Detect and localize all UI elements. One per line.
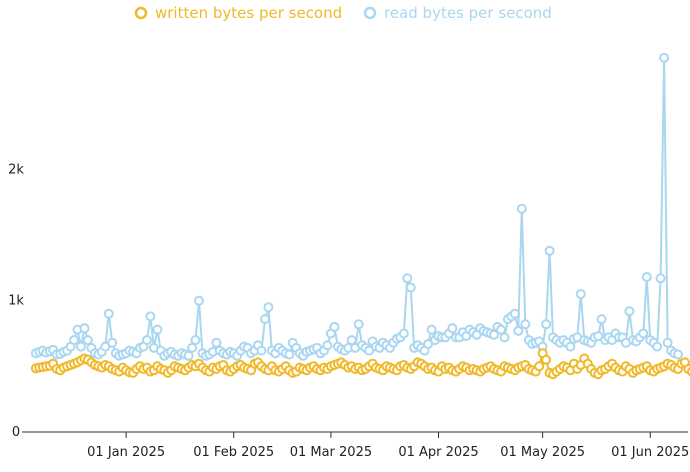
line-chart: written bytes per second read bytes per … bbox=[8, 4, 690, 460]
data-point bbox=[541, 354, 552, 365]
data-point bbox=[534, 361, 545, 372]
x-tick-label: 01 May 2025 bbox=[500, 445, 585, 460]
series-line bbox=[35, 56, 679, 357]
data-point bbox=[107, 337, 118, 348]
data-point bbox=[256, 345, 267, 356]
data-point bbox=[82, 335, 93, 346]
data-point bbox=[103, 308, 114, 319]
data-point bbox=[398, 328, 409, 339]
data-point bbox=[565, 341, 576, 352]
data-point bbox=[499, 332, 510, 343]
data-point bbox=[284, 349, 295, 360]
data-point bbox=[541, 319, 552, 330]
legend-marker-read bbox=[363, 6, 377, 20]
data-point bbox=[520, 319, 531, 330]
series-layer bbox=[30, 52, 690, 380]
x-tick-label: 01 Jun 2025 bbox=[611, 445, 689, 460]
series-read bbox=[30, 52, 683, 361]
y-tick-label: 2k bbox=[8, 162, 24, 177]
data-point bbox=[509, 308, 520, 319]
data-point bbox=[402, 273, 413, 284]
data-point bbox=[322, 340, 333, 351]
data-point bbox=[638, 328, 649, 339]
data-point bbox=[353, 319, 364, 330]
data-point bbox=[544, 245, 555, 256]
y-tick-label: 1k bbox=[8, 294, 24, 309]
data-point bbox=[346, 335, 357, 346]
data-point bbox=[673, 349, 683, 360]
data-point bbox=[447, 323, 458, 334]
legend: written bytes per second read bytes per … bbox=[134, 4, 552, 22]
data-point bbox=[187, 342, 198, 353]
data-point bbox=[652, 341, 663, 352]
data-point bbox=[596, 314, 607, 325]
data-point bbox=[69, 335, 80, 346]
data-point bbox=[624, 306, 635, 317]
data-point bbox=[79, 323, 90, 334]
data-point bbox=[194, 295, 204, 306]
x-tick-label: 01 Apr 2025 bbox=[398, 445, 478, 460]
data-point bbox=[76, 341, 86, 352]
x-tick-label: 01 Feb 2025 bbox=[193, 445, 274, 460]
data-point bbox=[260, 314, 270, 325]
data-point bbox=[145, 311, 156, 322]
data-point bbox=[513, 325, 524, 336]
x-tick-label: 01 Mar 2025 bbox=[290, 445, 372, 460]
legend-label-written: written bytes per second bbox=[155, 4, 342, 22]
data-point bbox=[496, 324, 506, 335]
data-point bbox=[183, 350, 194, 361]
x-tick-label: 01 Jan 2025 bbox=[87, 445, 165, 460]
legend-item-read[interactable]: read bytes per second bbox=[363, 4, 552, 22]
data-point bbox=[329, 321, 340, 332]
data-point bbox=[142, 335, 152, 346]
data-point bbox=[405, 282, 416, 293]
legend-item-written[interactable]: written bytes per second bbox=[134, 4, 342, 22]
data-point bbox=[662, 337, 673, 348]
data-point bbox=[659, 52, 670, 63]
data-point bbox=[190, 335, 201, 346]
data-point bbox=[211, 337, 222, 348]
data-point bbox=[263, 302, 274, 313]
data-point bbox=[655, 273, 666, 284]
data-point bbox=[152, 324, 163, 335]
data-point bbox=[426, 324, 437, 335]
data-point bbox=[641, 272, 652, 282]
y-tick-label: 0 bbox=[12, 425, 20, 440]
data-point bbox=[516, 203, 527, 214]
data-point bbox=[575, 289, 586, 300]
legend-label-read: read bytes per second bbox=[384, 4, 552, 22]
legend-marker-written bbox=[134, 6, 148, 20]
